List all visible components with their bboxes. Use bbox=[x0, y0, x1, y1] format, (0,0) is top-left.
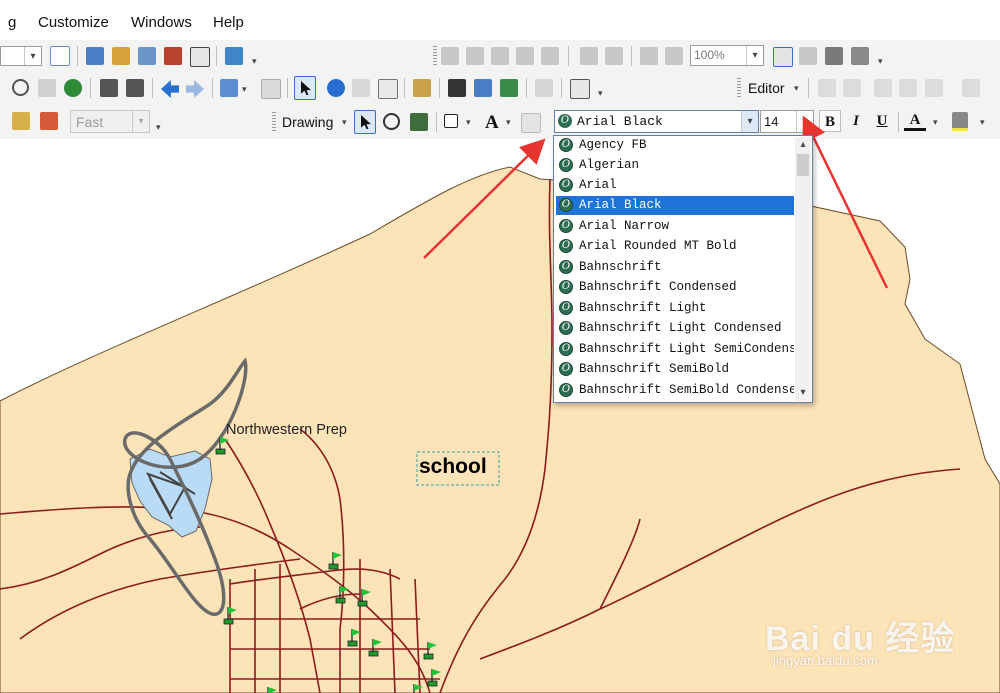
opentype-font-icon: O bbox=[559, 383, 573, 397]
font-option[interactable]: O Bahnschrift Condensed bbox=[556, 278, 794, 297]
font-option[interactable]: O Bahnschrift Light SemiCondensed bbox=[556, 340, 794, 359]
font-option[interactable]: O Bahnschrift SemiBold Condensed bbox=[556, 381, 794, 400]
opentype-font-icon: O bbox=[559, 280, 573, 294]
font-option[interactable]: O Bahnschrift Light Condensed bbox=[556, 319, 794, 338]
opentype-font-icon: O bbox=[559, 321, 573, 335]
font-dropdown-list[interactable]: O Agency FB O Algerian O Arial O Arial Black… bbox=[553, 135, 813, 403]
font-option[interactable]: O Bahnschrift SemiBold bbox=[556, 360, 794, 379]
opentype-font-icon: O bbox=[559, 158, 573, 172]
font-option[interactable]: O Bahnschrift bbox=[556, 258, 794, 277]
opentype-font-icon: O bbox=[559, 138, 573, 152]
opentype-font-icon: O bbox=[559, 301, 573, 315]
scrollbar-thumb[interactable] bbox=[797, 154, 809, 176]
opentype-font-icon: O bbox=[559, 198, 573, 212]
arrow-to-font-name bbox=[423, 138, 546, 259]
annotation-arrows bbox=[423, 115, 889, 289]
scroll-down-icon[interactable]: ▾ bbox=[795, 385, 811, 401]
font-option[interactable]: O Algerian bbox=[556, 156, 794, 175]
font-option[interactable]: O Arial bbox=[556, 176, 794, 195]
opentype-font-icon: O bbox=[559, 219, 573, 233]
font-option[interactable]: O Arial Narrow bbox=[556, 217, 794, 236]
opentype-font-icon: O bbox=[559, 362, 573, 376]
dropdown-scrollbar[interactable]: ▴ ▾ bbox=[795, 137, 811, 401]
font-option[interactable]: O Agency FB bbox=[556, 136, 794, 155]
font-option-selected[interactable]: O Arial Black bbox=[556, 196, 794, 215]
opentype-font-icon: O bbox=[559, 239, 573, 253]
font-option[interactable]: O Bahnschrift Light bbox=[556, 299, 794, 318]
opentype-font-icon: O bbox=[559, 342, 573, 356]
opentype-font-icon: O bbox=[559, 178, 573, 192]
scroll-up-icon[interactable]: ▴ bbox=[795, 137, 811, 153]
opentype-font-icon: O bbox=[559, 260, 573, 274]
arrow-to-font-size bbox=[802, 115, 889, 289]
font-option[interactable]: O Arial Rounded MT Bold bbox=[556, 237, 794, 256]
